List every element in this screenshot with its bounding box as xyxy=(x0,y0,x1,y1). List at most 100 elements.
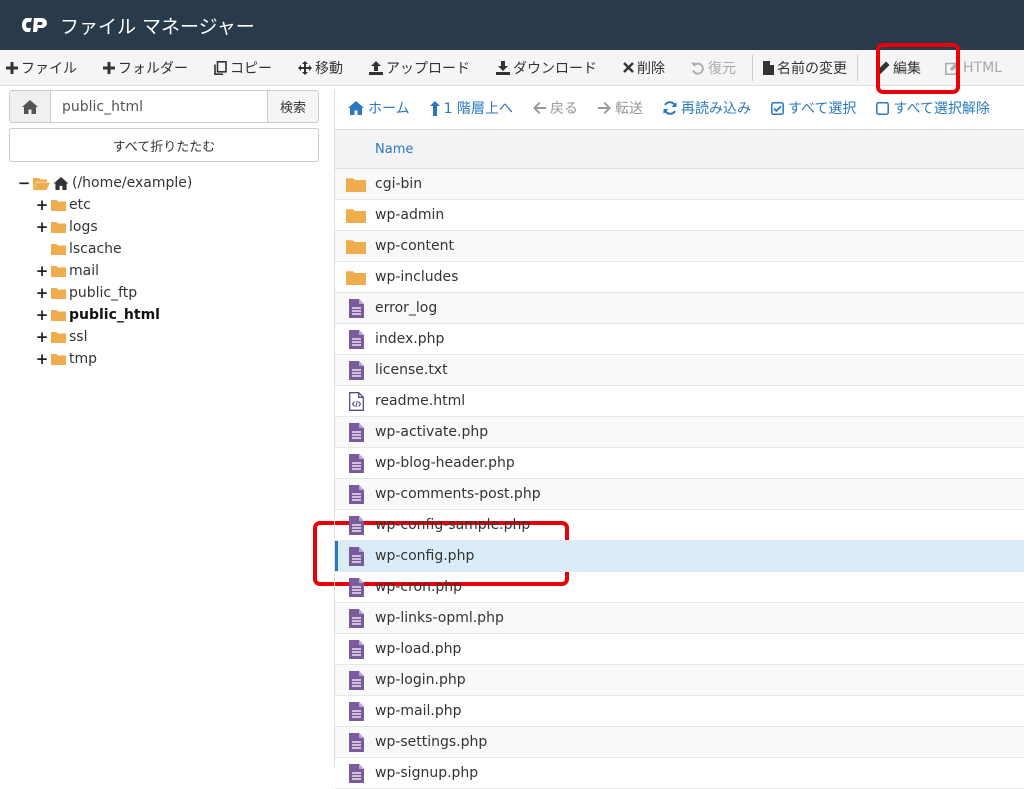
html-editor-button[interactable]: HTML xyxy=(939,50,1008,85)
home-icon xyxy=(22,99,38,114)
tree-item-label: tmp xyxy=(69,351,98,367)
expand-toggle-icon[interactable]: + xyxy=(36,218,49,236)
folder-icon xyxy=(335,208,375,223)
file-row-wp-mail-php[interactable]: wp-mail.php xyxy=(335,696,1024,727)
plus-icon xyxy=(103,61,115,74)
download-button[interactable]: ダウンロード xyxy=(490,50,603,85)
file-row-readme-html[interactable]: readme.html xyxy=(335,386,1024,417)
text-file-icon xyxy=(335,577,375,597)
file-row-wp-content[interactable]: wp-content xyxy=(335,231,1024,262)
edit-icon xyxy=(945,61,960,75)
file-row-cgi-bin[interactable]: cgi-bin xyxy=(335,169,1024,200)
folder-icon xyxy=(51,331,66,343)
text-file-icon xyxy=(335,360,375,380)
home-directory-button[interactable] xyxy=(9,90,51,123)
file-table: cgi-bin wp-admin wp-content wp-includes erro… xyxy=(335,169,1024,789)
file-name: wp-settings.php xyxy=(375,734,488,750)
expand-toggle-icon[interactable]: + xyxy=(36,196,49,214)
cpanel-logo-icon[interactable] xyxy=(20,14,52,36)
expand-toggle-icon[interactable]: + xyxy=(36,284,49,302)
copy-icon xyxy=(214,60,227,75)
expand-toggle-icon[interactable]: + xyxy=(36,328,49,346)
move-button[interactable]: 移動 xyxy=(292,50,349,85)
tree-root[interactable]: − (/home/example) xyxy=(9,172,319,194)
file-list-pane: ホーム 1 階層上へ 戻る 転送 再読み込み すべて選択 すべて選択解除 Nam… xyxy=(334,90,1024,789)
file-row-wp-admin[interactable]: wp-admin xyxy=(335,200,1024,231)
nav-deselect-all-button[interactable]: すべて選択解除 xyxy=(876,98,990,118)
directory-tree: − (/home/example) + etc + logs lscache + mail +… xyxy=(9,172,319,370)
folder-icon xyxy=(335,239,375,254)
edit-button[interactable]: 編集 xyxy=(870,50,927,85)
file-name: wp-config.php xyxy=(375,548,475,564)
tree-item-public-ftp[interactable]: + public_ftp xyxy=(9,282,319,304)
file-row-license-txt[interactable]: license.txt xyxy=(335,355,1024,386)
path-input[interactable] xyxy=(51,90,267,123)
toolbar: ファイル フォルダー コピー 移動 アップロード ダウンロード 削除 復元 名前… xyxy=(0,50,1024,86)
folder-open-icon xyxy=(33,177,50,190)
file-name: wp-activate.php xyxy=(375,424,489,440)
search-button[interactable]: 検索 xyxy=(267,90,319,123)
upload-icon xyxy=(369,60,383,75)
text-file-icon xyxy=(335,422,375,442)
nav-home-button[interactable]: ホーム xyxy=(348,98,410,118)
delete-button[interactable]: 削除 xyxy=(617,50,671,85)
nav-select-all-button[interactable]: すべて選択 xyxy=(771,98,856,118)
collapse-all-button[interactable]: すべて折りたたむ xyxy=(9,128,319,162)
file-row-wp-comments-post-php[interactable]: wp-comments-post.php xyxy=(335,479,1024,510)
restore-button[interactable]: 復元 xyxy=(685,50,742,85)
file-row-wp-signup-php[interactable]: wp-signup.php xyxy=(335,758,1024,789)
file-row-wp-links-opml-php[interactable]: wp-links-opml.php xyxy=(335,603,1024,634)
collapse-toggle-icon[interactable]: − xyxy=(18,174,31,192)
tree-item-tmp[interactable]: + tmp xyxy=(9,348,319,370)
file-row-wp-config-sample-php[interactable]: wp-config-sample.php xyxy=(335,510,1024,541)
file-row-wp-settings-php[interactable]: wp-settings.php xyxy=(335,727,1024,758)
file-row-index-php[interactable]: index.php xyxy=(335,324,1024,355)
file-row-wp-login-php[interactable]: wp-login.php xyxy=(335,665,1024,696)
file-name: readme.html xyxy=(375,393,466,409)
new-folder-button[interactable]: フォルダー xyxy=(97,50,194,85)
app-header: ファイル マネージャー xyxy=(0,0,1024,50)
file-row-error-log[interactable]: error_log xyxy=(335,293,1024,324)
file-row-wp-blog-header-php[interactable]: wp-blog-header.php xyxy=(335,448,1024,479)
nav-back-button[interactable]: 戻る xyxy=(532,98,578,118)
plus-icon xyxy=(6,61,18,74)
file-row-wp-includes[interactable]: wp-includes xyxy=(335,262,1024,293)
file-row-wp-activate-php[interactable]: wp-activate.php xyxy=(335,417,1024,448)
new-file-button[interactable]: ファイル xyxy=(0,50,83,85)
checkbox-checked-icon xyxy=(771,101,784,115)
directory-pane: 検索 すべて折りたたむ − (/home/example) + etc + logs l… xyxy=(9,90,319,370)
tree-item-mail[interactable]: + mail xyxy=(9,260,319,282)
folder-icon xyxy=(51,287,66,299)
tree-item-ssl[interactable]: + ssl xyxy=(9,326,319,348)
tree-item-label: public_html xyxy=(69,307,160,323)
rename-button[interactable]: 名前の変更 xyxy=(757,50,853,85)
text-file-icon xyxy=(335,329,375,349)
file-row-wp-load-php[interactable]: wp-load.php xyxy=(335,634,1024,665)
move-icon xyxy=(298,60,312,75)
folder-icon xyxy=(51,243,66,255)
file-navigation-bar: ホーム 1 階層上へ 戻る 転送 再読み込み すべて選択 すべて選択解除 xyxy=(335,90,1024,126)
text-file-icon xyxy=(335,701,375,721)
file-name: wp-blog-header.php xyxy=(375,455,515,471)
column-header-name[interactable]: Name xyxy=(335,129,1024,169)
expand-toggle-icon[interactable]: + xyxy=(36,306,49,324)
tree-item-label: logs xyxy=(69,219,98,235)
refresh-icon xyxy=(663,101,677,115)
text-file-icon xyxy=(335,763,375,783)
tree-item-lscache[interactable]: lscache xyxy=(9,238,319,260)
expand-toggle-icon[interactable]: + xyxy=(36,350,49,368)
copy-button[interactable]: コピー xyxy=(208,50,278,85)
tree-item-logs[interactable]: + logs xyxy=(9,216,319,238)
nav-up-button[interactable]: 1 階層上へ xyxy=(429,98,513,118)
nav-forward-button[interactable]: 転送 xyxy=(597,98,643,118)
file-row-wp-cron-php[interactable]: wp-cron.php xyxy=(335,572,1024,603)
nav-reload-button[interactable]: 再読み込み xyxy=(663,98,751,118)
path-bar: 検索 xyxy=(9,90,319,123)
undo-icon xyxy=(691,62,704,75)
tree-item-etc[interactable]: + etc xyxy=(9,194,319,216)
file-name: cgi-bin xyxy=(375,176,423,192)
upload-button[interactable]: アップロード xyxy=(363,50,476,85)
file-row-wp-config-php[interactable]: wp-config.php xyxy=(335,541,1024,572)
tree-item-public-html[interactable]: + public_html xyxy=(9,304,319,326)
expand-toggle-icon[interactable]: + xyxy=(36,262,49,280)
